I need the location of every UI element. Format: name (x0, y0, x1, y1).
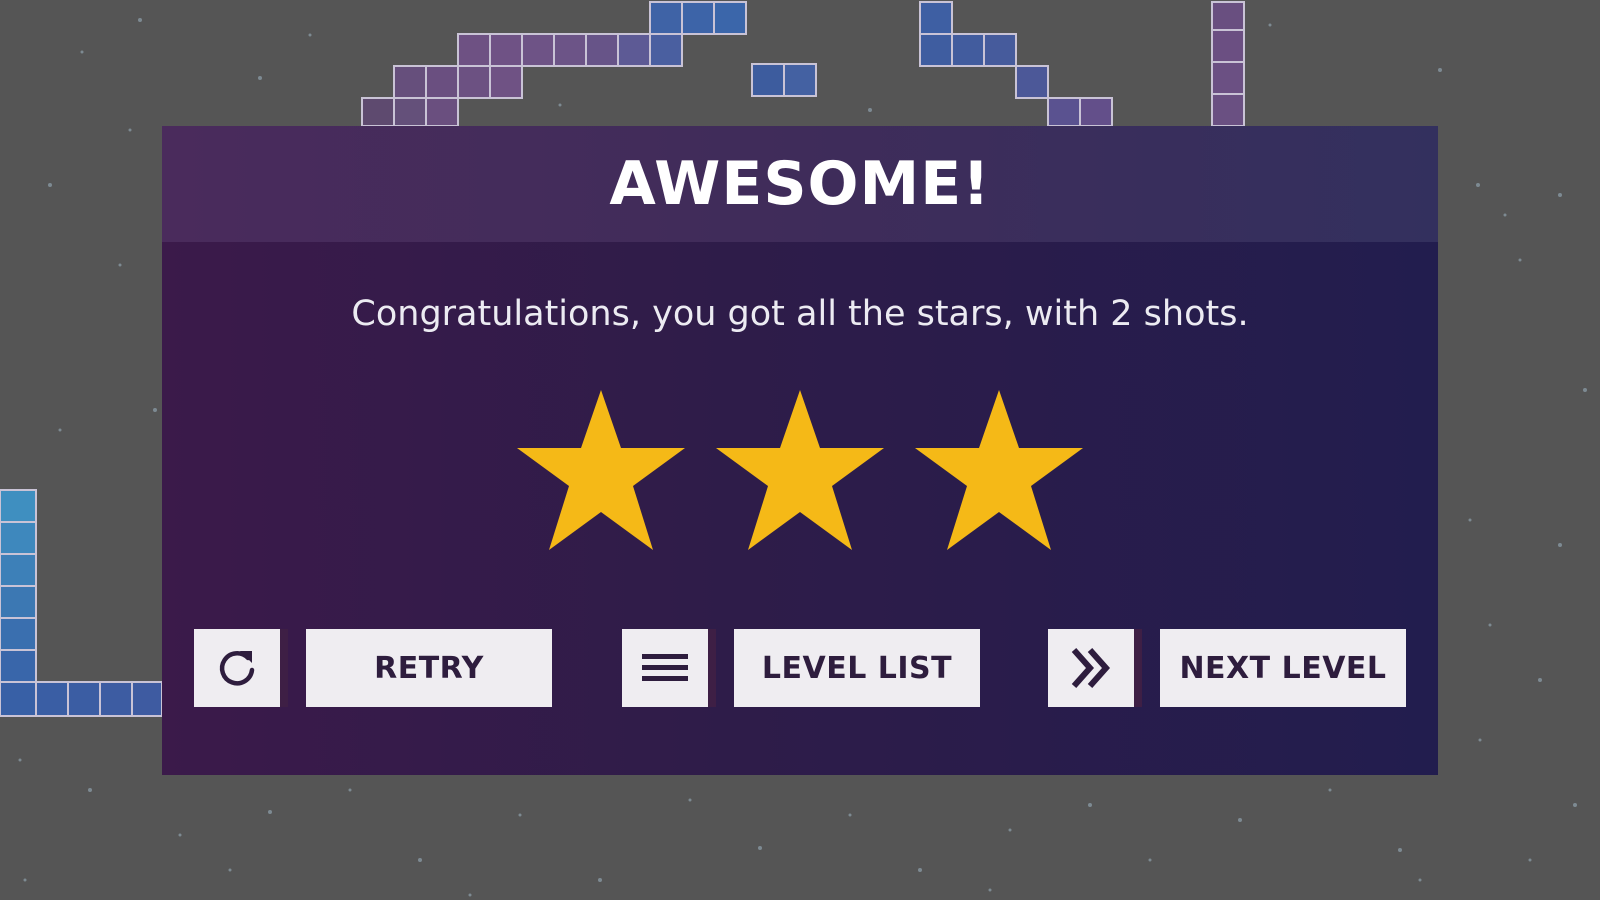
level-list-icon-button[interactable] (622, 629, 708, 707)
next-level-icon-button[interactable] (1048, 629, 1134, 707)
retry-icon-button[interactable] (194, 629, 280, 707)
button-divider (708, 629, 716, 707)
menu-icon (642, 654, 688, 681)
next-level-button[interactable]: NEXT LEVEL (1160, 629, 1406, 707)
star-rating (162, 388, 1438, 554)
star-icon (714, 388, 886, 554)
star-icon (913, 388, 1085, 554)
retry-icon (219, 651, 255, 686)
congratulations-message: Congratulations, you got all the stars, … (351, 294, 1249, 334)
double-chevron-right-icon (1071, 648, 1111, 688)
button-divider (1134, 629, 1142, 707)
star-icon (515, 388, 687, 554)
retry-button[interactable]: RETRY (306, 629, 552, 707)
level-list-button[interactable]: LEVEL LIST (734, 629, 980, 707)
dialog-title: AWESOME! (609, 149, 991, 219)
level-complete-dialog: AWESOME! Congratulations, you got all th… (162, 126, 1438, 775)
button-divider (280, 629, 288, 707)
dialog-header: AWESOME! (162, 126, 1438, 242)
